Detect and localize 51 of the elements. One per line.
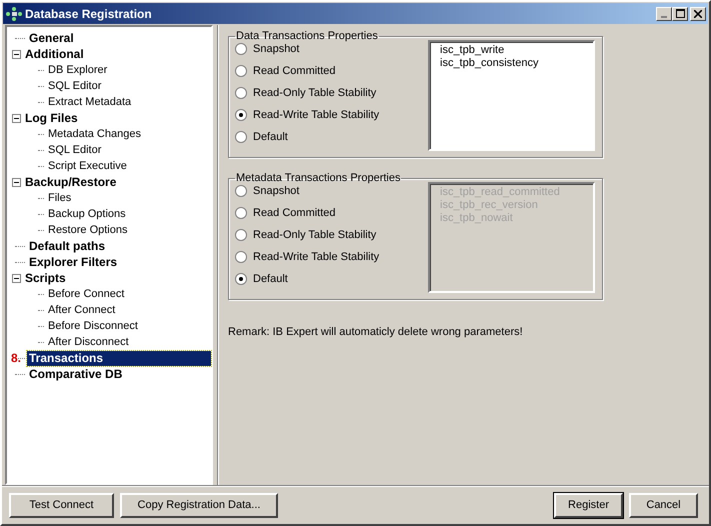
tree-item[interactable]: Extract Metadata <box>46 94 134 110</box>
tree-item[interactable]: Script Executive <box>46 158 129 174</box>
window-title: Database Registration <box>25 6 153 20</box>
tree-item[interactable]: Default paths <box>27 238 108 254</box>
group-title: Metadata Transactions Properties <box>235 172 402 184</box>
close-icon <box>694 10 702 18</box>
minimize-button[interactable] <box>656 6 672 20</box>
tree-item[interactable]: Restore Options <box>46 222 130 238</box>
copy-button[interactable]: Copy Registration Data... <box>120 492 278 518</box>
radio-option[interactable]: Read-Write Table Stability <box>235 104 428 126</box>
tree-item[interactable]: Log Files <box>23 110 80 126</box>
tree-item[interactable]: Explorer Filters <box>27 254 120 270</box>
collapse-icon[interactable] <box>12 178 21 186</box>
tree-item[interactable]: Backup/Restore <box>23 174 118 190</box>
tree-item[interactable]: Files <box>46 190 74 206</box>
radio-option[interactable]: Read-Only Table Stability <box>235 82 428 104</box>
remark-text: Remark: IB Expert will automaticly delete wrong parameters! <box>228 326 524 338</box>
tree-item[interactable]: General <box>27 30 76 46</box>
radio-option[interactable]: Default <box>235 268 428 290</box>
collapse-icon[interactable] <box>12 114 21 122</box>
tree-item[interactable]: Backup Options <box>46 206 128 222</box>
maximize-button[interactable] <box>672 6 688 20</box>
collapse-icon[interactable] <box>12 274 21 282</box>
register-button[interactable]: Register <box>554 492 623 518</box>
step-marker: 8. <box>11 351 22 365</box>
group-title: Data Transactions Properties <box>235 30 379 42</box>
close-button[interactable] <box>690 6 706 20</box>
tree-item[interactable]: SQL Editor <box>46 142 104 158</box>
tree-item[interactable]: After Disconnect <box>46 334 131 350</box>
tree-item[interactable]: Before Disconnect <box>46 318 140 334</box>
radio-option[interactable]: Read Committed <box>235 60 428 82</box>
cancel-button[interactable]: Cancel <box>629 492 698 518</box>
tree-item[interactable]: Transactions <box>27 350 211 366</box>
minimize-icon <box>661 16 667 18</box>
tree-item[interactable]: After Connect <box>46 302 118 318</box>
radio-option[interactable]: Default <box>235 126 428 148</box>
radio-option[interactable]: Read Committed <box>235 202 428 224</box>
tree-item[interactable]: SQL Editor <box>46 78 104 94</box>
tree-item[interactable]: DB Explorer <box>46 62 110 78</box>
app-icon <box>6 6 22 20</box>
test-connect-button[interactable]: Test Connect <box>9 492 114 518</box>
radio-option[interactable]: Read-Only Table Stability <box>235 224 428 246</box>
tree-item[interactable]: Metadata Changes <box>46 126 143 142</box>
tree-item[interactable]: Additional <box>23 46 86 62</box>
tree-item[interactable]: Comparative DB <box>27 366 124 382</box>
tree-item[interactable]: Scripts <box>23 270 68 286</box>
radio-option[interactable]: Read-Write Table Stability <box>235 246 428 268</box>
maximize-icon <box>676 9 684 18</box>
tree-item[interactable]: Before Connect <box>46 286 126 302</box>
collapse-icon[interactable] <box>12 50 21 58</box>
parameters-list[interactable]: isc_tpb_write isc_tpb_consistency <box>428 40 595 151</box>
